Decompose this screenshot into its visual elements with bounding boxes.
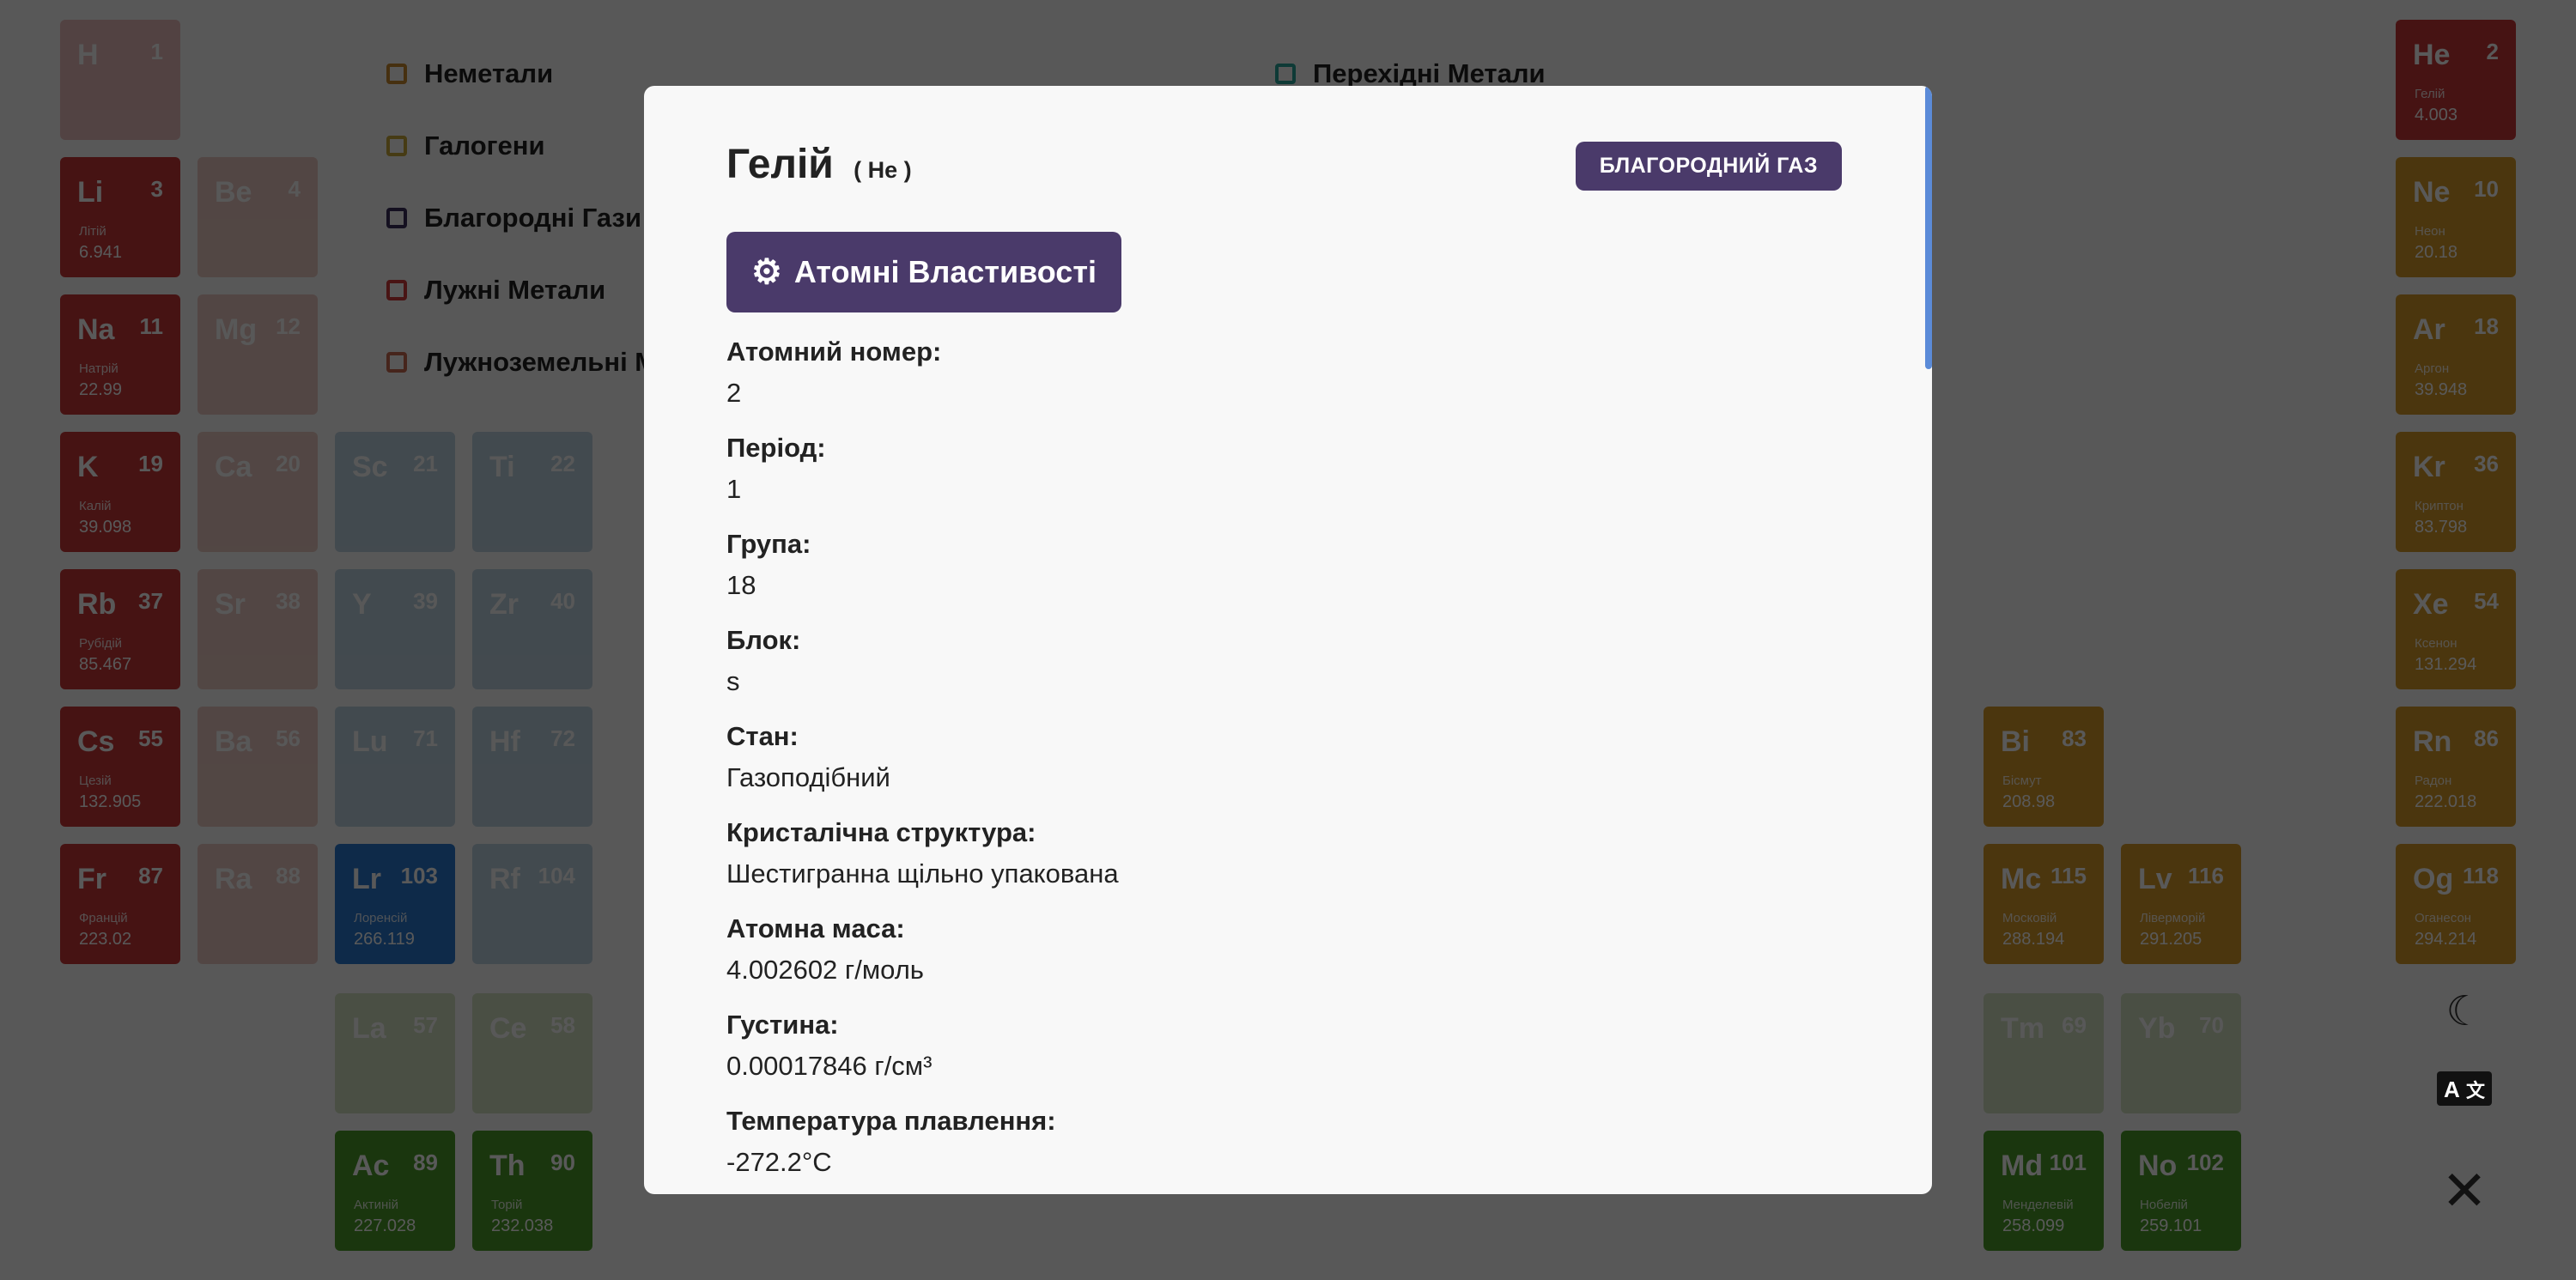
- property-item: Група: 18: [726, 529, 811, 601]
- element-details-modal: Гелій ( He ) БЛАГОРОДНИЙ ГАЗ ⚙ Атомні Вл…: [644, 86, 1932, 1194]
- property-item: Період: 1: [726, 433, 826, 505]
- property-value: 18: [726, 570, 756, 600]
- property-item: Температура плавлення: -272.2°C: [726, 1106, 1056, 1178]
- element-name: Гелій: [726, 142, 834, 187]
- property-label: Густина:: [726, 1010, 839, 1040]
- property-value: s: [726, 666, 740, 696]
- property-value: 1: [726, 474, 742, 504]
- modal-scrollbar[interactable]: [1925, 86, 1932, 369]
- property-item: Кристалічна структура: Шестигранна щільно…: [726, 817, 1119, 889]
- property-item: Густина: 0.00017846 г/см³: [726, 1010, 932, 1082]
- element-symbol: ( He ): [854, 157, 912, 183]
- element-title: Гелій ( He ): [726, 141, 912, 188]
- property-item: Атомна маса: 4.002602 г/моль: [726, 913, 924, 986]
- property-label: Стан:: [726, 721, 799, 751]
- property-value: -272.2°C: [726, 1147, 832, 1177]
- atom-gear-icon: ⚙: [751, 253, 782, 291]
- translate-icon[interactable]: A 文: [2430, 1069, 2499, 1116]
- property-item: Стан: Газоподібний: [726, 721, 890, 793]
- property-value: Газоподібний: [726, 762, 890, 792]
- translate-svg: A 文: [2437, 1071, 2492, 1106]
- property-label: Блок:: [726, 625, 801, 655]
- property-label: Період:: [726, 433, 826, 463]
- close-icon[interactable]: ✕: [2430, 1159, 2499, 1223]
- property-label: Атомний номер:: [726, 337, 942, 367]
- property-label: Кристалічна структура:: [726, 817, 1036, 847]
- svg-text:A: A: [2444, 1077, 2460, 1102]
- property-label: Група:: [726, 529, 811, 559]
- property-label: Атомна маса:: [726, 913, 905, 943]
- tab-label: Атомні Властивості: [793, 254, 1097, 289]
- svg-text:文: 文: [2466, 1080, 2486, 1101]
- property-value: 0.00017846 г/см³: [726, 1051, 933, 1081]
- tab-atomic-properties[interactable]: ⚙ Атомні Властивості: [726, 232, 1121, 312]
- moon-icon[interactable]: ☾: [2430, 987, 2499, 1035]
- property-value: 2: [726, 378, 742, 408]
- property-label: Температура плавлення:: [726, 1106, 1056, 1136]
- property-item: Атомний номер: 2: [726, 337, 941, 409]
- property-item: Блок: s: [726, 625, 800, 697]
- property-value: 4.002602 г/моль: [726, 955, 924, 985]
- property-value: Шестигранна щільно упакована: [726, 858, 1119, 889]
- category-badge: БЛАГОРОДНИЙ ГАЗ: [1575, 142, 1842, 191]
